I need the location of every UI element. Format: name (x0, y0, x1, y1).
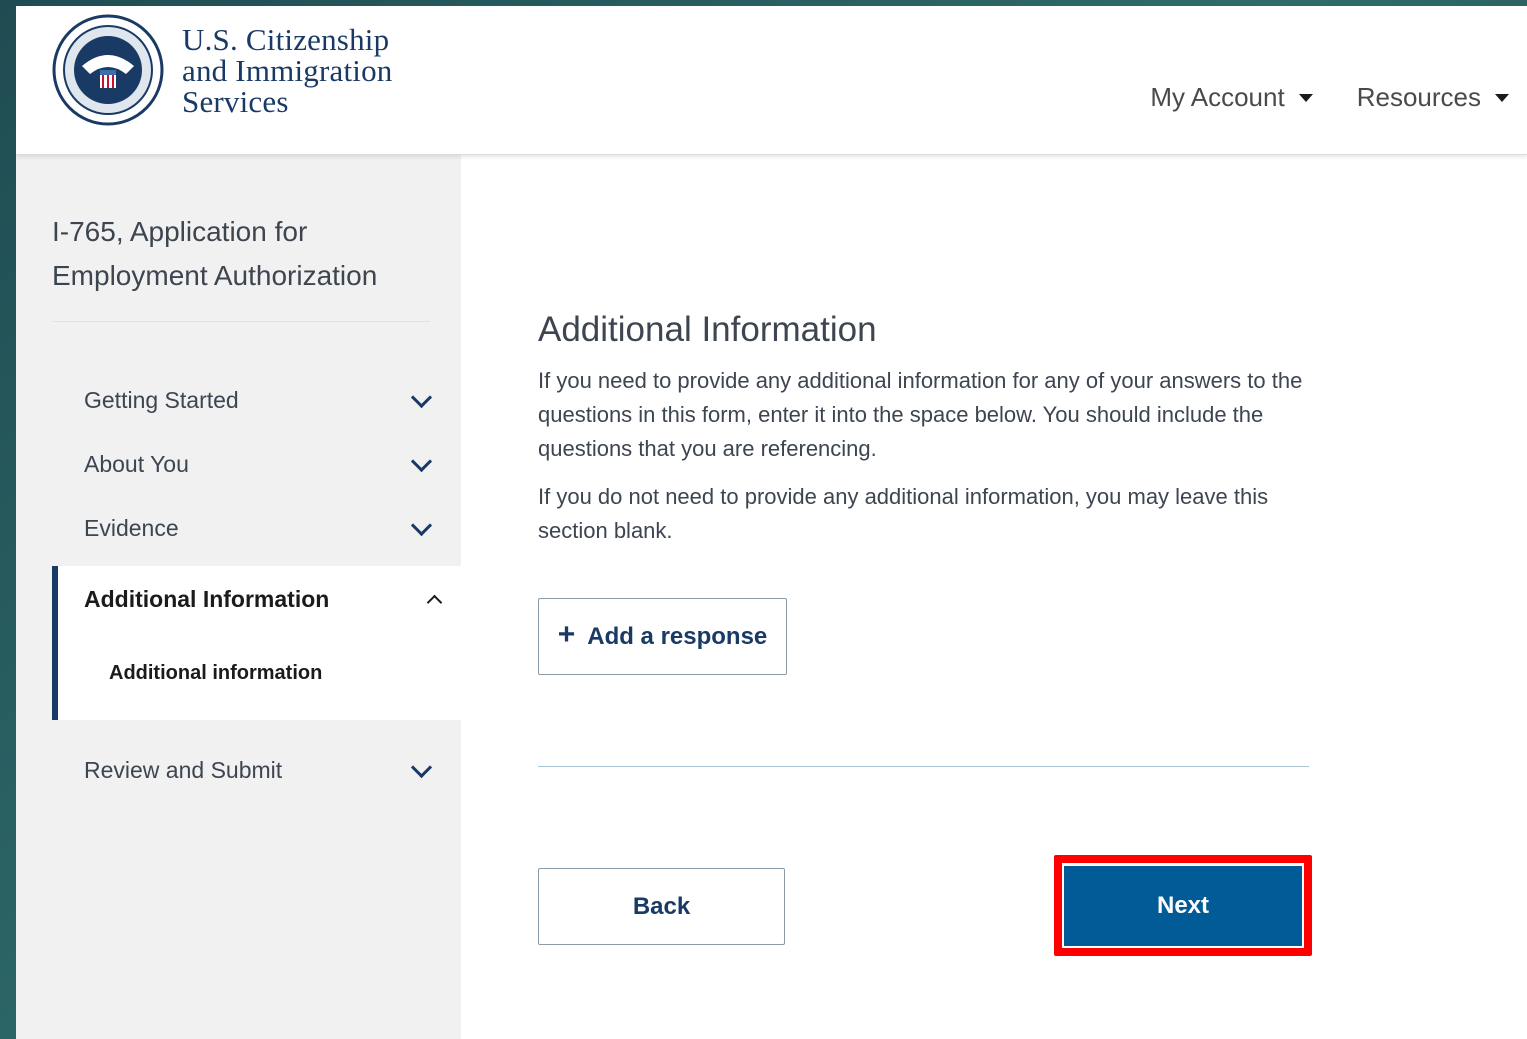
agency-name-line1: U.S. Citizenship (182, 22, 390, 57)
leave-blank-paragraph: If you do not need to provide any additi… (538, 484, 1269, 543)
page-title: Additional Information (538, 310, 877, 349)
sidebar-divider (52, 321, 430, 322)
add-response-label: Add a response (587, 622, 768, 650)
back-button[interactable]: Back (538, 868, 785, 945)
sidebar-item-label: Getting Started (84, 386, 239, 413)
top-nav: My Account Resources (1150, 82, 1509, 113)
sidebar-section-additional-information[interactable]: Additional Information (84, 586, 443, 613)
content-divider (538, 766, 1309, 767)
chevron-down-icon (410, 514, 433, 536)
sidebar-item-label: About You (84, 450, 189, 477)
chevron-down-icon (410, 756, 433, 778)
form-title: I-765, Application for Employment Author… (52, 216, 378, 291)
instructions-paragraph: If you need to provide any additional in… (538, 368, 1303, 461)
sidebar-item-review-and-submit[interactable]: Review and Submit (52, 738, 461, 802)
caret-down-icon (1298, 93, 1313, 102)
sidebar-item-label: Evidence (84, 514, 179, 541)
caret-down-icon (1495, 93, 1509, 102)
plus-icon: + (557, 617, 576, 651)
sidebar-item-evidence[interactable]: Evidence (52, 496, 461, 560)
resources-label: Resources (1356, 82, 1481, 112)
agency-name-line2: and Immigration (182, 53, 393, 88)
my-account-menu[interactable]: My Account (1150, 82, 1313, 113)
sidebar-item-label: Additional Information (84, 586, 330, 612)
sidebar-item-additional-information: Additional Information Additional inform… (52, 566, 461, 720)
browser-window: U.S. Citizenship and Immigration Service… (16, 6, 1527, 1039)
dhs-seal-icon[interactable] (52, 14, 164, 126)
resources-menu[interactable]: Resources (1357, 82, 1509, 113)
agency-name-line3: Services (182, 84, 289, 119)
agency-name[interactable]: U.S. Citizenship and Immigration Service… (182, 24, 392, 117)
background-frame: U.S. Citizenship and Immigration Service… (0, 0, 1527, 1039)
site-header: U.S. Citizenship and Immigration Service… (16, 6, 1527, 155)
chevron-down-icon (410, 450, 433, 472)
sidebar-item-about-you[interactable]: About You (52, 432, 461, 496)
chevron-down-icon (410, 386, 433, 408)
my-account-label: My Account (1150, 82, 1285, 112)
next-button[interactable]: Next (1064, 866, 1302, 946)
add-response-button[interactable]: + Add a response (538, 598, 787, 675)
sidebar-subitem-additional-information[interactable]: Additional information (109, 662, 322, 685)
sidebar-item-getting-started[interactable]: Getting Started (52, 368, 461, 432)
chevron-up-icon (426, 594, 443, 611)
sidebar: I-765, Application for Employment Author… (16, 154, 461, 1039)
sidebar-item-label: Review and Submit (84, 756, 283, 783)
